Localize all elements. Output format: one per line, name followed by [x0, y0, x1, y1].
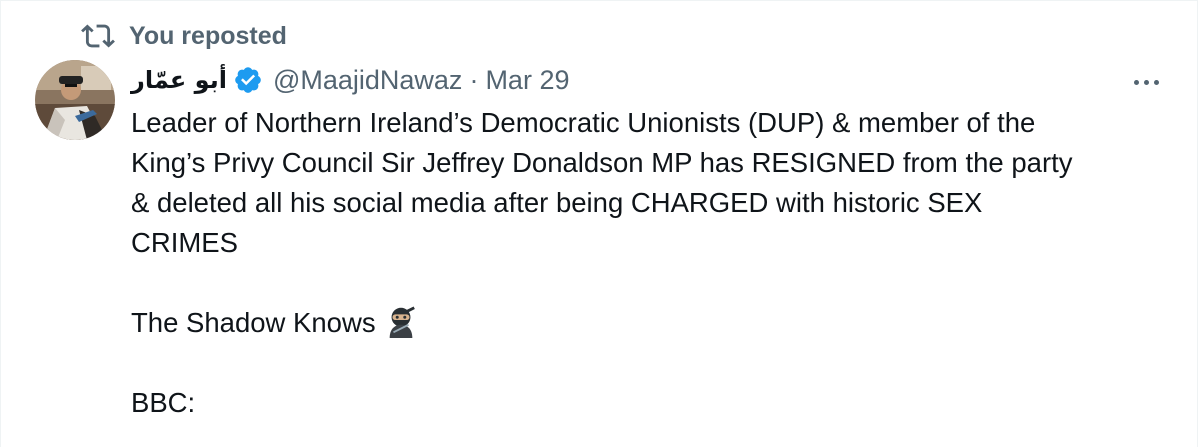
tweet-card[interactable]: You reposted أبو عمّار @MaajidNawaz · Ma… [0, 0, 1198, 447]
repost-icon [81, 24, 115, 48]
tweet-text-line: & deleted all his social media after bei… [131, 187, 983, 218]
author-name[interactable]: أبو عمّار [131, 66, 227, 94]
repost-label: You reposted [129, 21, 287, 50]
avatar-image [35, 60, 115, 140]
tweet-text-line: Leader of Northern Ireland’s Democratic … [131, 107, 1036, 138]
more-horizontal-icon [1133, 79, 1139, 85]
more-options-button[interactable] [1125, 65, 1167, 99]
source-line: BBC: [131, 387, 196, 418]
separator-dot: · [469, 64, 479, 95]
tweet-date[interactable]: Mar 29 [485, 65, 569, 96]
tweet-text-line: King’s Privy Council Sir Jeffrey Donalds… [131, 147, 1073, 178]
repost-indicator: You reposted [81, 19, 287, 53]
verified-badge-icon[interactable] [233, 65, 263, 95]
tweet-text-line: CRIMES [131, 227, 238, 258]
ninja-emoji-icon [389, 306, 415, 338]
author-handle[interactable]: @MaajidNawaz [273, 65, 462, 96]
tweet-text: Leader of Northern Ireland’s Democratic … [131, 103, 1171, 423]
avatar[interactable] [35, 60, 115, 140]
shadow-line-text: The Shadow Knows [131, 307, 376, 338]
tweet-header: أبو عمّار @MaajidNawaz · Mar 29 [131, 61, 569, 99]
line-break [131, 263, 1171, 303]
shadow-line: The Shadow Knows [131, 303, 1171, 343]
line-break [131, 343, 1171, 383]
